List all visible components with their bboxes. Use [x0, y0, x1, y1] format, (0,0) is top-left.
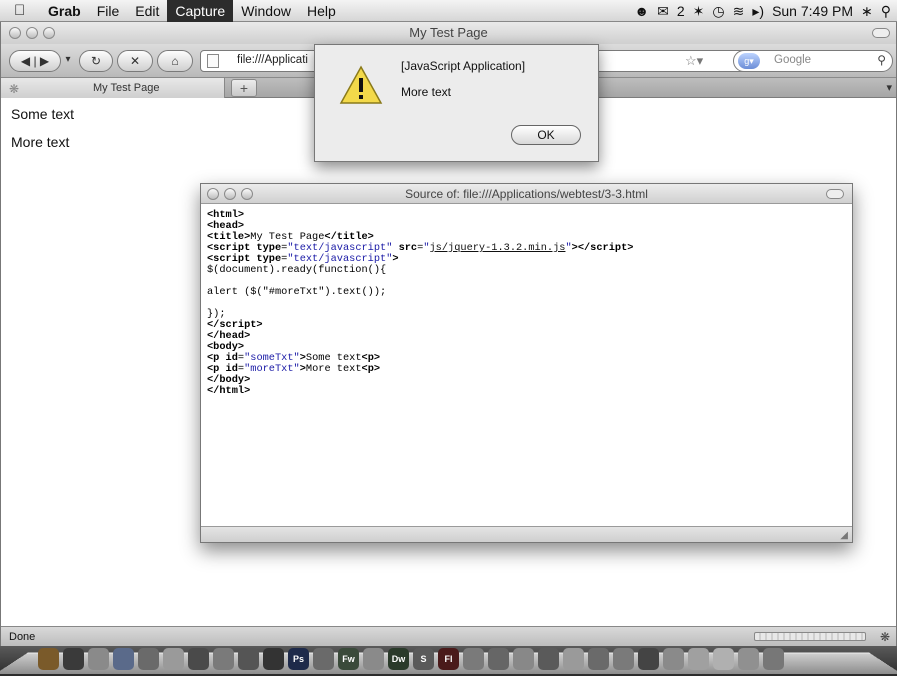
- reload-button[interactable]: ↻: [79, 50, 113, 72]
- dreamweaver-icon[interactable]: Dw: [388, 648, 409, 670]
- textedit-icon[interactable]: [238, 648, 259, 670]
- wifi-icon[interactable]: ≋: [733, 3, 745, 20]
- terminal-icon[interactable]: [263, 648, 284, 670]
- downloads-icon[interactable]: [663, 648, 684, 670]
- history-dropdown-icon[interactable]: ▾: [63, 50, 73, 72]
- paragraph-more-text: More text: [11, 134, 70, 150]
- system-icon[interactable]: [88, 648, 109, 670]
- back-forward-button[interactable]: ◀ | ▶: [9, 50, 61, 72]
- search-engine-icon[interactable]: g▾: [738, 53, 760, 69]
- font-icon[interactable]: [563, 648, 584, 670]
- source-window-title: Source of: file:///Applications/webtest/…: [405, 187, 648, 201]
- extension-icon[interactable]: ❋: [880, 627, 890, 647]
- search-box[interactable]: g▾ Google ⚲: [733, 50, 893, 72]
- dashboard-icon[interactable]: [63, 648, 84, 670]
- paragraph-some-text: Some text: [11, 106, 75, 122]
- fireworks-icon[interactable]: Fw: [338, 648, 359, 670]
- url-text: file:///Applicati: [237, 54, 308, 66]
- flash-icon[interactable]: Fl: [438, 648, 459, 670]
- app-icon[interactable]: [538, 648, 559, 670]
- folder-icon[interactable]: [713, 648, 734, 670]
- zoom-window-button[interactable]: [43, 27, 55, 39]
- source-zoom-button[interactable]: [241, 188, 253, 200]
- source-close-button[interactable]: [207, 188, 219, 200]
- search-placeholder: Google: [774, 54, 812, 66]
- photo-icon[interactable]: [188, 648, 209, 670]
- menu-bar:  Grab File Edit Capture Window Help ☻ ✉…: [0, 0, 897, 22]
- close-window-button[interactable]: [9, 27, 21, 39]
- bluetooth-icon[interactable]: ∗: [861, 3, 873, 20]
- dock-icons: Ps Fw Dw S Fl: [38, 648, 784, 670]
- chat-icon[interactable]: [363, 648, 384, 670]
- page-icon: [207, 54, 219, 68]
- editor-icon[interactable]: [488, 648, 509, 670]
- source-minimize-button[interactable]: [224, 188, 236, 200]
- tab-my-test-page[interactable]: ❋ My Test Page: [1, 78, 225, 98]
- mail-count: 2: [676, 3, 685, 19]
- bookmark-star-icon[interactable]: ☆▾: [685, 53, 703, 69]
- source-window-footer: ◢: [201, 526, 852, 542]
- ok-button[interactable]: OK: [511, 125, 581, 145]
- home-button[interactable]: ⌂: [157, 50, 193, 72]
- user-icon[interactable]: ☻: [634, 3, 649, 19]
- finder-icon[interactable]: [38, 648, 59, 670]
- menu-extras: ☻ ✉ 2 ✶ ◷ ≋ ▸) Sun 7:49 PM ∗ ⚲: [634, 0, 891, 22]
- utility-icon[interactable]: [513, 648, 534, 670]
- resize-grip-icon[interactable]: ◢: [840, 530, 848, 541]
- menu-window[interactable]: Window: [233, 0, 299, 22]
- loading-spinner-icon: ❋: [9, 82, 20, 96]
- search-icon[interactable]: ⚲: [877, 53, 886, 67]
- stack-icon[interactable]: [738, 648, 759, 670]
- ichat-icon[interactable]: [138, 648, 159, 670]
- minimize-window-button[interactable]: [26, 27, 38, 39]
- itunes-icon[interactable]: [213, 648, 234, 670]
- menu-app-grab[interactable]: Grab: [40, 0, 89, 22]
- source-window-controls: [207, 188, 253, 200]
- trash-icon[interactable]: [763, 648, 784, 670]
- image-icon[interactable]: [588, 648, 609, 670]
- safari-icon[interactable]: [113, 648, 134, 670]
- alert-title: [JavaScript Application]: [401, 59, 526, 73]
- status-bar: Done ❋: [1, 626, 896, 646]
- tool-icon[interactable]: [613, 648, 634, 670]
- menu-file[interactable]: File: [89, 0, 128, 22]
- menu-capture[interactable]: Capture: [167, 0, 234, 22]
- source-code: <html> <head> <title>My Test Page</title…: [207, 209, 634, 397]
- stop-button[interactable]: ✕: [117, 50, 153, 72]
- window-titlebar[interactable]: My Test Page: [1, 22, 896, 44]
- javascript-alert-dialog: [JavaScript Application] More text OK: [314, 44, 599, 162]
- music-icon[interactable]: [463, 648, 484, 670]
- tab-label: My Test Page: [93, 82, 160, 94]
- toolbar-toggle-button[interactable]: [872, 28, 890, 38]
- volume-icon[interactable]: ▸): [752, 3, 764, 20]
- star-menu-icon[interactable]: ✶: [693, 3, 705, 20]
- window-title: My Test Page: [409, 25, 488, 40]
- dock: Ps Fw Dw S Fl: [0, 646, 897, 676]
- tab-list-icon[interactable]: ▾: [886, 81, 892, 94]
- new-tab-button[interactable]: +: [231, 79, 257, 97]
- source-window-titlebar[interactable]: Source of: file:///Applications/webtest/…: [201, 184, 852, 204]
- mail-icon[interactable]: ✉: [657, 3, 669, 20]
- menu-edit[interactable]: Edit: [127, 0, 167, 22]
- view-source-window: Source of: file:///Applications/webtest/…: [200, 183, 853, 543]
- spotlight-icon[interactable]: ⚲: [881, 3, 891, 20]
- documents-icon[interactable]: [688, 648, 709, 670]
- clock-text[interactable]: Sun 7:49 PM: [772, 3, 853, 19]
- network-icon[interactable]: [313, 648, 334, 670]
- settings-icon[interactable]: [638, 648, 659, 670]
- skype-icon[interactable]: S: [413, 648, 434, 670]
- window-controls: [9, 27, 55, 39]
- status-text: Done: [9, 631, 36, 643]
- menu-help[interactable]: Help: [299, 0, 344, 22]
- progress-bar: [754, 632, 866, 641]
- photoshop-icon[interactable]: Ps: [288, 648, 309, 670]
- apple-menu-icon[interactable]: : [14, 2, 40, 19]
- alert-message: More text: [401, 85, 452, 99]
- source-toolbar-toggle[interactable]: [826, 189, 844, 199]
- preview-icon[interactable]: [163, 648, 184, 670]
- time-machine-icon[interactable]: ◷: [712, 3, 724, 20]
- warning-icon: [339, 65, 383, 104]
